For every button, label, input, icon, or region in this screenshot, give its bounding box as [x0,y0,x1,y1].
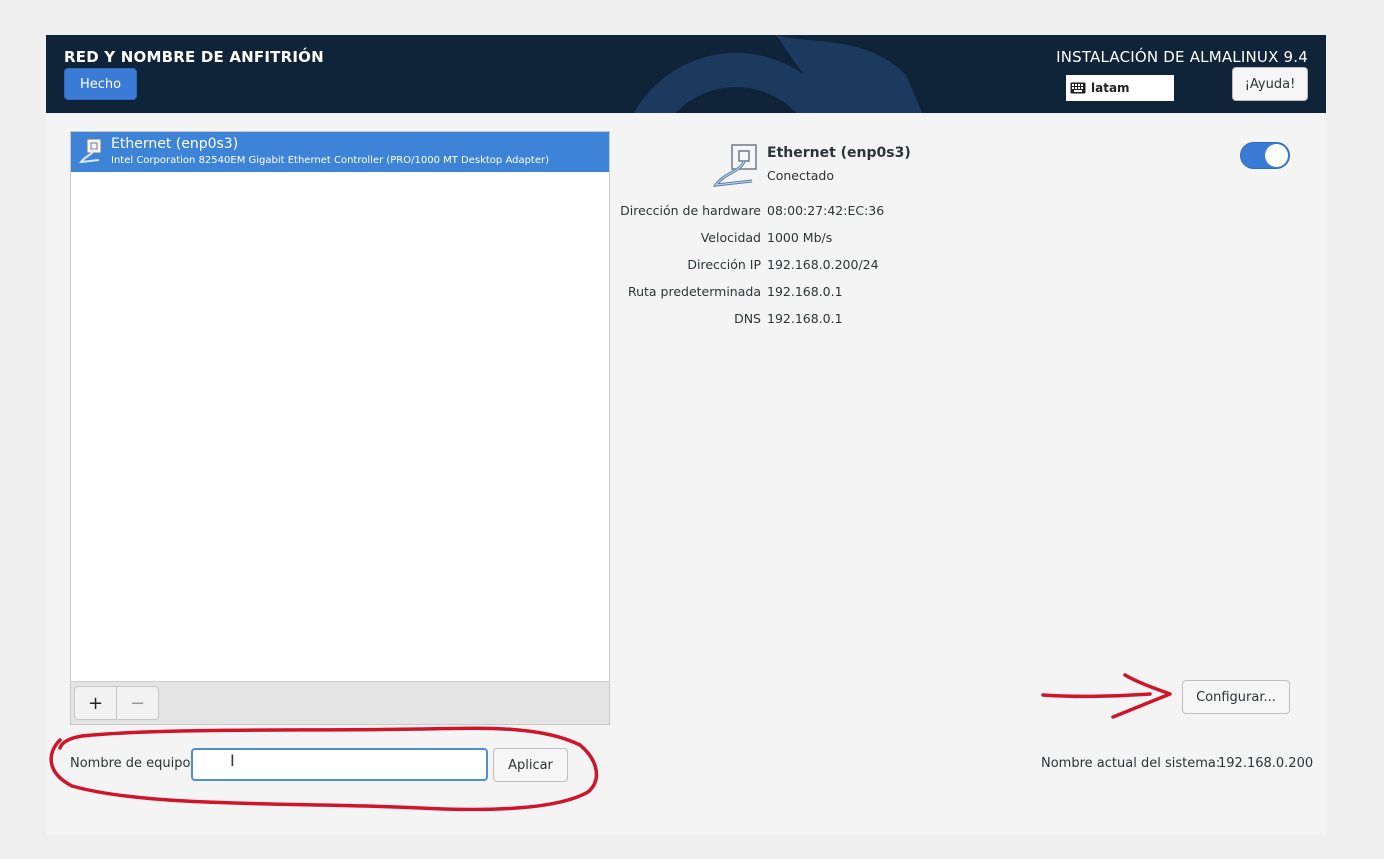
default-route-value: 192.168.0.1 [767,284,843,299]
speed-label: Velocidad [700,230,761,245]
hostname-input[interactable] [191,748,488,781]
apply-hostname-button[interactable]: Aplicar [493,748,568,782]
device-list-item[interactable]: Ethernet (enp0s3) Intel Corporation 8254… [71,132,609,172]
device-list: Ethernet (enp0s3) Intel Corporation 8254… [70,131,610,725]
add-device-button[interactable]: + [74,686,117,720]
device-list-toolbar: + − [71,681,609,724]
ip-address-label: Dirección IP [687,257,761,272]
current-hostname-value: 192.168.0.200 [1218,756,1314,771]
ethernet-icon [79,138,102,164]
plus-icon: + [87,692,104,714]
current-hostname-label: Nombre actual del sistema: [1041,756,1221,771]
hardware-address-label: Dirección de hardware [620,203,761,218]
detail-device-name: Ethernet (enp0s3) [767,145,911,161]
device-enable-toggle[interactable] [1240,142,1290,169]
device-name: Ethernet (enp0s3) [111,136,239,152]
detail-connection-status: Conectado [767,168,835,183]
hardware-address-value: 08:00:27:42:EC:36 [767,203,885,218]
keyboard-layout-indicator[interactable]: latam [1066,75,1174,101]
configure-button[interactable]: Configurar... [1182,680,1290,714]
help-button[interactable]: ¡Ayuda! [1232,67,1308,101]
dns-label: DNS [734,311,761,326]
hostname-label: Nombre de equipo: [70,756,195,771]
background-logo [633,35,923,113]
minus-icon: − [129,692,146,714]
ethernet-icon [712,144,757,187]
product-title: INSTALACIÓN DE ALMALINUX 9.4 [1056,48,1308,66]
device-description: Intel Corporation 82540EM Gigabit Ethern… [111,155,550,166]
installer-window: RED Y NOMBRE DE ANFITRIÓN Hecho INSTALAC… [46,35,1326,835]
dns-value: 192.168.0.1 [767,311,843,326]
default-route-label: Ruta predeterminada [627,284,761,299]
done-button[interactable]: Hecho [64,68,137,100]
speed-value: 1000 Mb/s [767,230,833,245]
toggle-knob [1265,144,1288,167]
keyboard-icon [1070,82,1086,94]
remove-device-button[interactable]: − [116,686,159,720]
keyboard-layout-label: latam [1091,81,1130,95]
spoke-title: RED Y NOMBRE DE ANFITRIÓN [64,48,324,66]
ip-address-value: 192.168.0.200/24 [767,257,879,272]
header-bar: RED Y NOMBRE DE ANFITRIÓN Hecho INSTALAC… [46,35,1326,113]
